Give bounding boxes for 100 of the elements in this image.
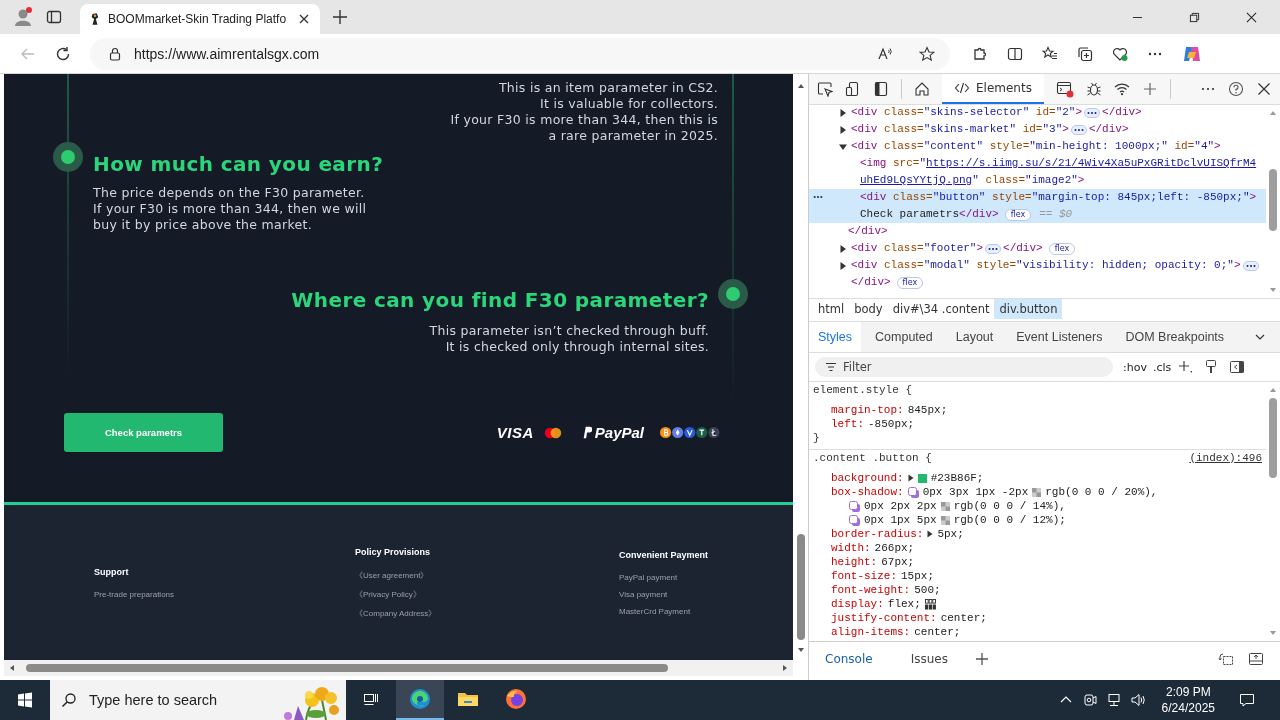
- toggle-button[interactable]: :hov: [1123, 360, 1147, 374]
- footer-link[interactable]: 《Privacy Policy》: [355, 588, 619, 600]
- css-property[interactable]: width:: [831, 541, 871, 555]
- expand-icon[interactable]: [839, 244, 847, 253]
- more-icon[interactable]: [813, 195, 823, 199]
- dom-node[interactable]: <div class="footer"> </div> flex: [809, 240, 1266, 257]
- css-property[interactable]: margin-top:: [831, 403, 904, 417]
- toggle-button[interactable]: .cls: [1152, 360, 1172, 374]
- ellipsis-icon[interactable]: [985, 243, 1002, 254]
- device-icon[interactable]: [845, 81, 861, 97]
- expand-icon[interactable]: [839, 261, 847, 270]
- css-value[interactable]: rgb(0 0 0 / 12%);: [953, 513, 1066, 527]
- sidebar-icon[interactable]: [1229, 359, 1246, 375]
- home-icon[interactable]: [914, 81, 930, 97]
- footer-link[interactable]: MasterCrd Payment: [619, 606, 793, 616]
- scroll-up-icon[interactable]: [796, 82, 805, 90]
- dom-node[interactable]: <div class="button" style="margin-top: 845px;left: -850px;"> Check parametrs</div> flex == $0: [809, 189, 1266, 223]
- puzzle-icon[interactable]: [972, 45, 988, 62]
- split-screen-icon[interactable]: [1007, 45, 1023, 62]
- scrollbar-thumb[interactable]: [796, 534, 805, 640]
- filter-field[interactable]: Filter: [815, 357, 1113, 377]
- css-value[interactable]: 266px;: [874, 541, 915, 555]
- css-property[interactable]: font-size:: [831, 569, 897, 583]
- breadcrumb[interactable]: div#\34 .content: [887, 299, 995, 319]
- css-property[interactable]: background:: [831, 471, 904, 485]
- collections-icon[interactable]: [1077, 45, 1093, 62]
- panel-tab[interactable]: Styles: [809, 322, 862, 352]
- footer-link[interactable]: 《User agreement》: [355, 569, 619, 581]
- clock[interactable]: 2:09 PM 6/24/2025: [1161, 684, 1215, 716]
- panel-tab[interactable]: DOM Breakpoints: [1116, 322, 1234, 352]
- close-icon[interactable]: [1256, 81, 1272, 97]
- dom-node[interactable]: <div class="content" style="min-height: 1000px;" id="4">: [809, 138, 1266, 155]
- scrollbar-thumb[interactable]: [1269, 169, 1277, 231]
- horizontal-scrollbar[interactable]: [4, 660, 793, 676]
- wifi-icon[interactable]: [1113, 81, 1130, 97]
- panel-tab[interactable]: Computed: [866, 322, 942, 352]
- css-value[interactable]: 0px 3px 1px -2px: [922, 485, 1029, 499]
- checker-swatch-icon[interactable]: [1032, 487, 1042, 497]
- css-property[interactable]: display:: [831, 597, 884, 611]
- breadcrumb[interactable]: div.button: [994, 299, 1063, 319]
- css-value[interactable]: rgb(0 0 0 / 14%),: [953, 499, 1066, 513]
- favorites-icon[interactable]: [1042, 45, 1058, 62]
- css-property[interactable]: left:: [831, 417, 864, 431]
- css-property[interactable]: font-weight:: [831, 583, 911, 597]
- css-property[interactable]: box-shadow:: [831, 485, 904, 499]
- volume-icon[interactable]: [1129, 692, 1146, 708]
- scroll-down-icon[interactable]: [796, 646, 805, 654]
- elements-tab[interactable]: Elements: [942, 74, 1044, 104]
- dock-drawer-icon[interactable]: [1248, 651, 1264, 667]
- css-value[interactable]: rgb(0 0 0 / 20%),: [1045, 485, 1158, 499]
- flex-badge[interactable]: flex: [896, 276, 924, 289]
- dock-icon[interactable]: [873, 81, 889, 97]
- profile-avatar-icon[interactable]: [13, 7, 33, 27]
- css-value[interactable]: -850px;: [868, 417, 915, 431]
- footer-link[interactable]: PayPal payment: [619, 572, 793, 582]
- read-aloud-icon[interactable]: [877, 45, 893, 62]
- add-icon[interactable]: [1177, 359, 1194, 375]
- shadow-editor-icon[interactable]: [849, 514, 860, 526]
- scrollbar-thumb[interactable]: [26, 664, 668, 672]
- network-icon[interactable]: [1105, 692, 1122, 708]
- flex-badge[interactable]: flex: [1004, 208, 1032, 221]
- refresh-icon[interactable]: [55, 45, 71, 62]
- heart-icon[interactable]: [1112, 45, 1128, 62]
- bug-icon[interactable]: [1085, 81, 1102, 97]
- notifications-icon[interactable]: [1239, 692, 1255, 708]
- ellipsis-icon[interactable]: [1084, 107, 1101, 118]
- dom-node[interactable]: <div class="skins-market" id="3"> </div>: [809, 121, 1266, 138]
- css-property[interactable]: border-radius:: [831, 527, 924, 541]
- collapse-icon[interactable]: [839, 142, 847, 151]
- camera-icon[interactable]: [1081, 692, 1098, 708]
- css-value[interactable]: 0px 1px 5px: [864, 513, 937, 527]
- drawer-tab[interactable]: Issues: [898, 642, 960, 676]
- new-tab-icon[interactable]: [332, 9, 348, 25]
- ellipsis-icon[interactable]: [1242, 260, 1259, 271]
- help-icon[interactable]: [1228, 81, 1244, 97]
- ellipsis-icon[interactable]: [1070, 124, 1087, 135]
- css-property[interactable]: justify-content:: [831, 611, 937, 625]
- lock-icon[interactable]: [108, 46, 122, 61]
- flex-badge[interactable]: flex: [1048, 242, 1076, 255]
- css-value[interactable]: center;: [914, 625, 961, 639]
- color-swatch[interactable]: [917, 473, 927, 483]
- checker-swatch-icon[interactable]: [940, 515, 950, 525]
- add-icon[interactable]: [973, 651, 990, 667]
- flexbox-editor-icon[interactable]: [924, 598, 936, 610]
- footer-link[interactable]: Pre-trade preparations: [94, 589, 355, 599]
- expand-icon[interactable]: [839, 125, 847, 134]
- windows-start-icon[interactable]: [17, 692, 33, 708]
- source-link[interactable]: (index):496: [1189, 451, 1262, 465]
- breadcrumb[interactable]: html: [813, 299, 850, 319]
- dom-node[interactable]: <div class="modal" style="visibility: hidden; opacity: 0;"> </div> flex: [809, 257, 1266, 291]
- css-value[interactable]: 845px;: [907, 403, 948, 417]
- shadow-editor-icon[interactable]: [849, 500, 860, 512]
- css-value[interactable]: #23B86F;: [930, 471, 984, 485]
- dom-node[interactable]: <img src="https://s.iimg.su/s/21/4Wiv4Xa5uPxGRitDclvUISQfrM4 uhEd9LQsYYtjQ.png" class="image2">: [809, 155, 1266, 189]
- edge-taskbar-button[interactable]: [396, 680, 444, 720]
- panel-tab[interactable]: Event Listeners: [1007, 322, 1112, 352]
- css-value[interactable]: 15px;: [901, 569, 935, 583]
- css-value[interactable]: 67px;: [881, 555, 915, 569]
- close-icon[interactable]: [298, 13, 310, 25]
- console-icon[interactable]: [1055, 80, 1074, 98]
